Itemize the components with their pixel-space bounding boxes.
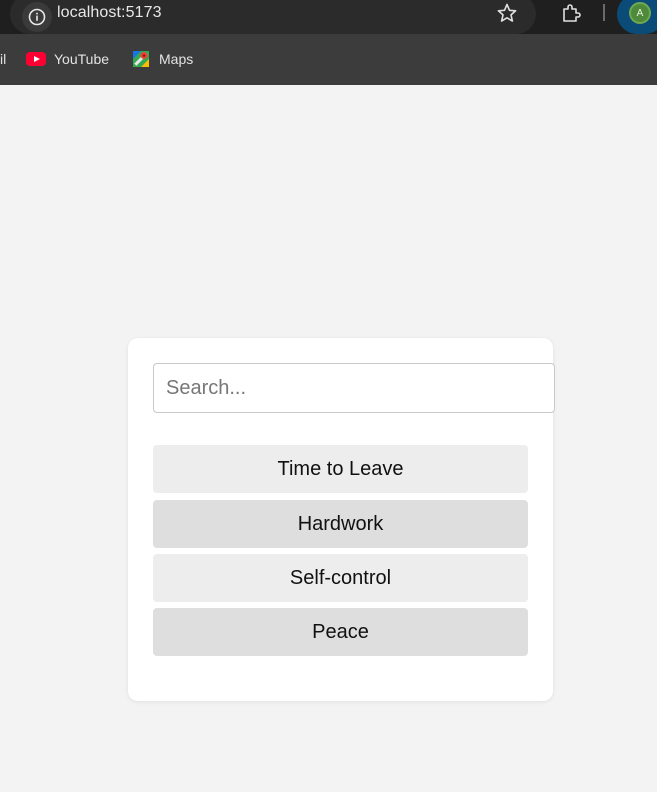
list-item-time-to-leave[interactable]: Time to Leave — [153, 445, 528, 493]
bookmark-label: Maps — [159, 51, 194, 67]
list-item-label: Peace — [312, 620, 369, 643]
list-item-peace[interactable]: Peace — [153, 608, 528, 656]
url-text[interactable]: localhost:5173 — [57, 4, 162, 22]
avatar-initial: A — [636, 7, 644, 19]
list-item-hardwork[interactable]: Hardwork — [153, 500, 528, 548]
bookmark-item-maps[interactable]: Maps — [132, 48, 193, 70]
extensions-puzzle-icon[interactable] — [560, 2, 582, 24]
bookmark-item-truncated[interactable]: il — [0, 51, 6, 67]
browser-toolbar: localhost:5173 A — [0, 0, 657, 34]
list-item-self-control[interactable]: Self-control — [153, 554, 528, 602]
browser-chrome: localhost:5173 A il YouTube Maps — [0, 0, 657, 85]
bookmark-star-icon[interactable] — [496, 2, 518, 24]
bookmarks-bar: il YouTube Maps — [0, 34, 657, 85]
list-item-label: Hardwork — [297, 512, 384, 535]
maps-icon — [132, 50, 150, 68]
list-item-label: Time to Leave — [277, 457, 404, 480]
list-item-label: Self-control — [289, 566, 392, 589]
site-info-icon[interactable] — [22, 2, 52, 32]
youtube-icon — [26, 52, 46, 66]
avatar[interactable]: A — [629, 2, 651, 24]
address-bar[interactable]: localhost:5173 — [10, 0, 536, 34]
search-input[interactable] — [153, 363, 555, 413]
toolbar-divider — [603, 4, 605, 21]
bookmark-item-youtube[interactable]: YouTube — [26, 48, 109, 70]
bookmark-label: YouTube — [54, 51, 110, 67]
